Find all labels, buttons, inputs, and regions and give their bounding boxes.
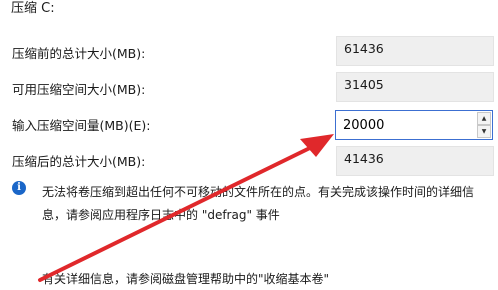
total-size-after-label: 压缩后的总计大小(MB): [12,154,146,169]
spin-up-icon: ▲ [481,115,487,122]
available-shrink-space-label: 可用压缩空间大小(MB): [12,82,146,97]
spin-down-button[interactable]: ▼ [477,125,491,138]
shrink-amount-input[interactable] [336,111,476,139]
total-size-before-label: 压缩前的总计大小(MB): [12,46,146,61]
shrink-amount-label: 输入压缩空间量(MB)(E): [12,118,151,133]
total-size-after-value: 41436 [336,146,494,176]
spin-down-icon: ▼ [481,128,487,135]
help-reference-text: 有关详细信息，请参阅磁盘管理帮助中的"收缩基本卷" [42,272,330,286]
total-size-before-value: 61436 [336,36,494,66]
shrink-amount-field: ▲ ▼ [335,110,493,140]
annotation-arrow-head [300,134,334,157]
info-icon: i [12,181,26,195]
info-message: 无法将卷压缩到超出任何不可移动的文件所在的点。有关完成该操作时间的详细信息，请参… [42,185,475,222]
available-shrink-space-value: 31405 [336,72,494,102]
spin-up-button[interactable]: ▲ [477,112,491,125]
window-title: 压缩 C: [11,1,55,16]
